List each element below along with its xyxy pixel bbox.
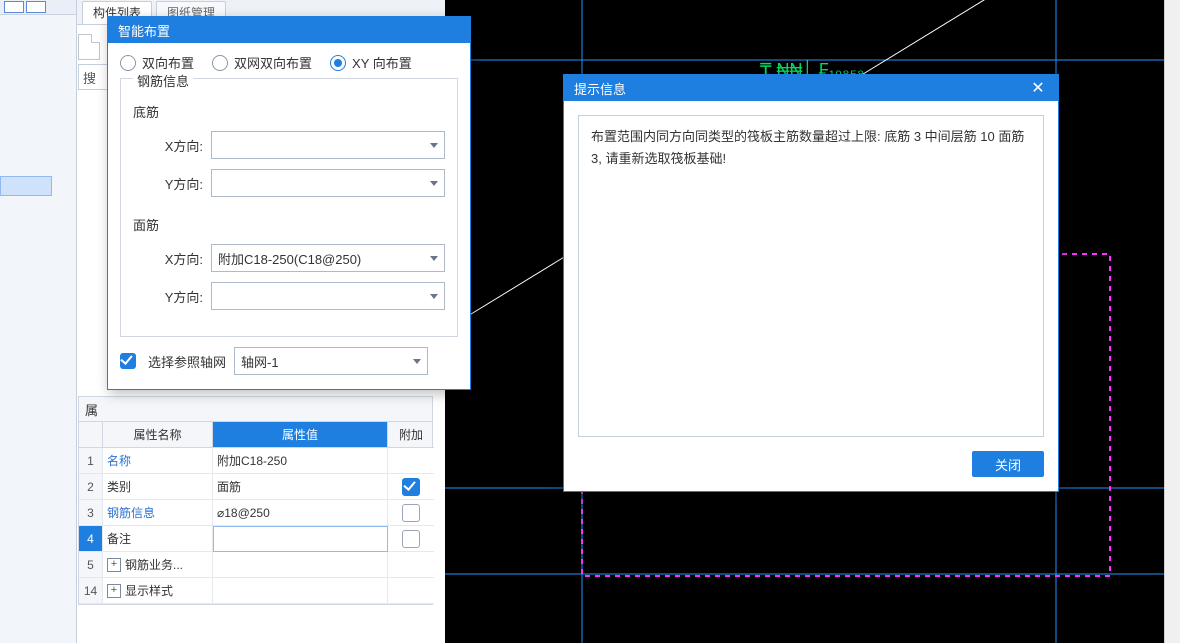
chevron-down-icon bbox=[430, 181, 438, 186]
close-icon[interactable]: ✕ bbox=[1028, 78, 1048, 98]
highlight-selection bbox=[0, 176, 52, 196]
property-panel-header: 属 bbox=[78, 396, 433, 422]
axis-dropdown[interactable]: 轴网-1 bbox=[234, 347, 428, 375]
table-row: 2 类别 面筋 bbox=[79, 474, 432, 500]
vertical-scrollbar[interactable] bbox=[1164, 0, 1180, 643]
chevron-down-icon bbox=[430, 294, 438, 299]
axis-label: 选择参照轴网 bbox=[148, 352, 226, 371]
chevron-down-icon bbox=[413, 359, 421, 364]
radio-bidirectional[interactable]: 双向布置 bbox=[120, 53, 194, 72]
col-value: 属性值 bbox=[213, 422, 388, 448]
dialog-title[interactable]: 提示信息 ✕ bbox=[564, 75, 1058, 101]
smart-layout-dialog: 智能布置 双向布置 双网双向布置 XY 向布置 钢筋信息 底筋 X方向: Y方向… bbox=[107, 16, 471, 390]
bottom-rebar-label: 底筋 bbox=[133, 102, 445, 121]
bottom-x-dropdown[interactable] bbox=[211, 131, 445, 159]
table-row: 5 +钢筋业务... bbox=[79, 552, 432, 578]
col-extra: 附加 bbox=[388, 422, 434, 448]
bottom-y-dropdown[interactable] bbox=[211, 169, 445, 197]
message-box: 布置范围内同方向同类型的筏板主筋数量超过上限: 底筋 3 中间层筋 10 面筋 … bbox=[578, 115, 1044, 437]
tool-icon[interactable] bbox=[4, 1, 24, 13]
checkbox-icon[interactable] bbox=[402, 478, 420, 496]
table-row: 1 名称 附加C18-250 bbox=[79, 448, 432, 474]
col-name: 属性名称 bbox=[103, 422, 213, 448]
dialog-title[interactable]: 智能布置 bbox=[108, 17, 470, 43]
top-x-dropdown[interactable]: 附加C18-250(C18@250) bbox=[211, 244, 445, 272]
top-rebar-label: 面筋 bbox=[133, 215, 445, 234]
top-y-dropdown[interactable] bbox=[211, 282, 445, 310]
radio-mesh-bidirectional[interactable]: 双网双向布置 bbox=[212, 53, 312, 72]
expand-icon[interactable]: + bbox=[107, 584, 121, 598]
radio-xy[interactable]: XY 向布置 bbox=[330, 53, 412, 72]
property-grid[interactable]: 属性名称 属性值 附加 1 名称 附加C18-250 2 类别 面筋 bbox=[78, 422, 433, 605]
fieldset-legend: 钢筋信息 bbox=[133, 71, 193, 90]
chevron-down-icon bbox=[430, 143, 438, 148]
checkbox-axis[interactable] bbox=[120, 353, 136, 369]
table-row: 3 钢筋信息 ⌀18@250 bbox=[79, 500, 432, 526]
checkbox-icon[interactable] bbox=[402, 504, 420, 522]
new-file-icon[interactable] bbox=[78, 34, 100, 60]
table-row: 14 +显示样式 bbox=[79, 578, 432, 604]
chevron-down-icon bbox=[430, 256, 438, 261]
tool-icon[interactable] bbox=[26, 1, 46, 13]
table-row: 4 备注 bbox=[79, 526, 432, 552]
close-button[interactable]: 关闭 bbox=[972, 451, 1044, 477]
left-vertical-toolbar bbox=[0, 0, 77, 643]
info-dialog: 提示信息 ✕ 布置范围内同方向同类型的筏板主筋数量超过上限: 底筋 3 中间层筋… bbox=[563, 74, 1059, 492]
expand-icon[interactable]: + bbox=[107, 558, 121, 572]
checkbox-icon[interactable] bbox=[402, 530, 420, 548]
